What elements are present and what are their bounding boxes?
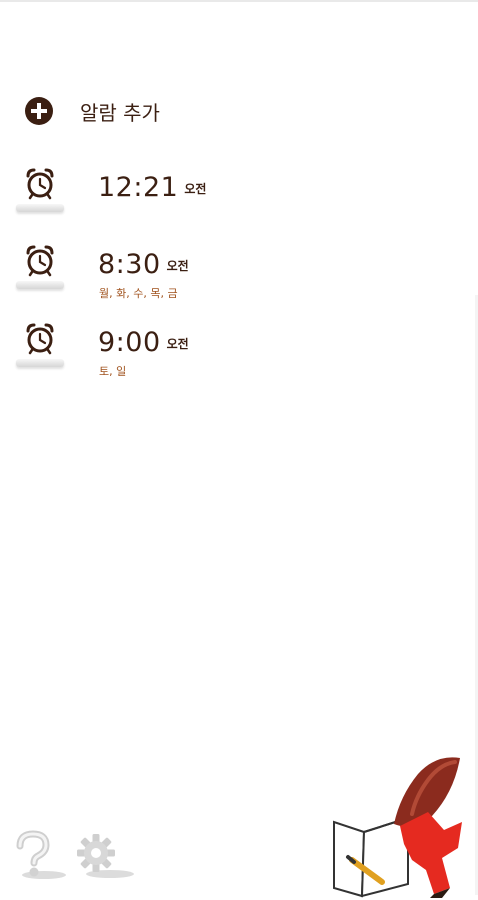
alarm-clock-icon: [26, 323, 54, 355]
alarm-toggle[interactable]: [16, 323, 64, 377]
alarm-period: 오전: [166, 337, 189, 351]
alarm-period: 오전: [184, 182, 207, 196]
alarm-clock-icon: [26, 245, 54, 277]
gear-icon[interactable]: [74, 831, 136, 881]
plus-circle-icon: [25, 97, 53, 125]
bottom-toolbar: [14, 830, 136, 882]
alarm-days: 토, 일: [99, 365, 127, 378]
alarm-item[interactable]: 9:00 오전 토, 일: [0, 323, 478, 389]
alarm-clock-icon: [26, 168, 54, 200]
alarm-period: 오전: [166, 259, 189, 273]
alarm-time: 8:30 오전: [98, 249, 189, 280]
alarm-toggle[interactable]: [16, 168, 64, 222]
alarm-toggle-base: [16, 281, 64, 289]
sweet-potato-character-icon: [333, 757, 462, 898]
alarm-item[interactable]: 12:21 오전: [0, 168, 478, 234]
alarm-toggle[interactable]: [16, 245, 64, 299]
top-divider: [0, 0, 478, 2]
alarm-days: 월, 화, 수, 목, 금: [99, 287, 178, 300]
question-mark-icon[interactable]: [14, 830, 70, 882]
alarm-toggle-base: [16, 204, 64, 212]
add-alarm-button[interactable]: 알람 추가: [24, 94, 160, 128]
alarm-item[interactable]: 8:30 오전 월, 화, 수, 목, 금: [0, 245, 478, 311]
add-alarm-label: 알람 추가: [80, 100, 160, 125]
alarm-toggle-base: [16, 359, 64, 367]
alarm-time: 9:00 오전: [98, 327, 189, 358]
alarm-time: 12:21 오전: [98, 172, 207, 203]
